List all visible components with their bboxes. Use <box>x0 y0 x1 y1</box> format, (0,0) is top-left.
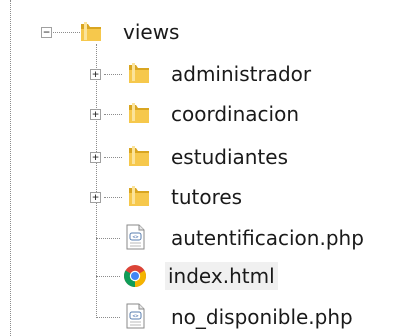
folder-icon <box>129 146 149 166</box>
svg-text:<>: <> <box>132 314 138 320</box>
tree-node-administrador[interactable]: + administrador <box>0 56 415 92</box>
collapse-toggle-views[interactable]: − <box>41 27 52 38</box>
file-tree: − views + administrador + coordinacion + <box>0 0 415 336</box>
folder-icon <box>129 186 149 206</box>
tree-node-index-html[interactable]: index.html <box>0 258 415 294</box>
tree-node-no-disponible-php[interactable]: <> no_disponible.php <box>0 299 415 335</box>
expand-toggle-tutores[interactable]: + <box>90 192 101 203</box>
tree-node-label: administrador <box>171 62 312 86</box>
folder-icon <box>129 103 149 123</box>
folder-open-icon <box>81 22 101 41</box>
tree-node-label-selected: index.html <box>165 262 278 290</box>
chrome-html-file-icon <box>124 265 146 287</box>
svg-text:<>: <> <box>132 235 138 241</box>
expand-toggle-coordinacion[interactable]: + <box>90 109 101 120</box>
tree-node-label: tutores <box>171 185 243 209</box>
expand-toggle-administrador[interactable]: + <box>90 69 101 80</box>
php-file-icon: <> <box>126 303 145 329</box>
tree-node-label: estudiantes <box>171 145 288 169</box>
tree-node-autentificacion-php[interactable]: <> autentificacion.php <box>0 220 415 256</box>
tree-node-label: coordinacion <box>171 102 299 126</box>
tree-node-views[interactable]: − views <box>0 14 415 50</box>
tree-node-estudiantes[interactable]: + estudiantes <box>0 139 415 175</box>
expand-toggle-estudiantes[interactable]: + <box>90 152 101 163</box>
php-file-icon: <> <box>126 224 145 250</box>
folder-icon <box>129 63 149 83</box>
tree-node-coordinacion[interactable]: + coordinacion <box>0 96 415 132</box>
tree-node-label: autentificacion.php <box>171 226 364 250</box>
tree-node-label: no_disponible.php <box>171 305 353 329</box>
tree-node-label: views <box>123 20 180 44</box>
tree-node-tutores[interactable]: + tutores <box>0 179 415 215</box>
